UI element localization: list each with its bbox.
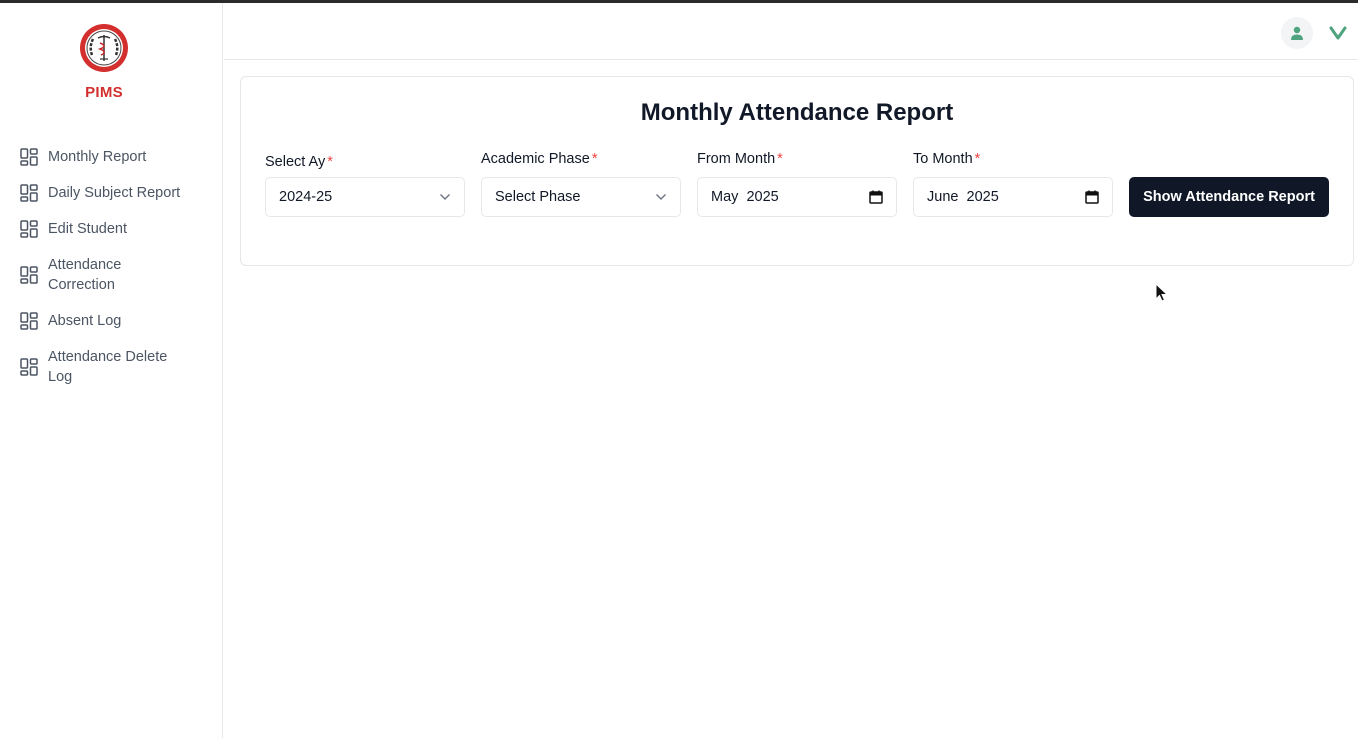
from-month-value: May 2025 bbox=[711, 189, 779, 205]
user-icon bbox=[1291, 26, 1303, 40]
sidebar-item-attendance-delete-log[interactable]: Attendance Delete Log bbox=[20, 347, 210, 387]
grid-icon bbox=[20, 220, 38, 238]
to-month-label-text: To Month bbox=[913, 151, 973, 167]
chevron-down-icon bbox=[1329, 26, 1347, 40]
sidebar-item-daily-subject-report[interactable]: Daily Subject Report bbox=[20, 183, 210, 203]
to-month-field: To Month * June 2025 bbox=[913, 151, 1113, 217]
top-header bbox=[224, 3, 1358, 60]
chevron-down-icon bbox=[440, 194, 450, 200]
logo-block[interactable]: PIMS bbox=[0, 23, 208, 101]
logo-icon bbox=[80, 24, 128, 72]
phase-label: Academic Phase * bbox=[481, 151, 681, 169]
from-month-label-text: From Month bbox=[697, 151, 776, 167]
mouse-pointer-icon bbox=[1155, 283, 1169, 302]
sidebar-item-attendance-correction[interactable]: Attendance Correction bbox=[20, 255, 210, 295]
required-mark: * bbox=[591, 151, 598, 167]
required-mark: * bbox=[974, 151, 981, 167]
grid-icon bbox=[20, 266, 38, 284]
sidebar-item-label: Edit Student bbox=[48, 221, 127, 237]
sidebar-item-absent-log[interactable]: Absent Log bbox=[20, 311, 210, 331]
to-month-value: June 2025 bbox=[927, 189, 999, 205]
sidebar-nav: Monthly Report Daily Subject Report Edit… bbox=[20, 147, 210, 403]
page-title: Monthly Attendance Report bbox=[640, 99, 954, 126]
ay-label: Select Ay * bbox=[265, 154, 465, 172]
avatar[interactable] bbox=[1281, 17, 1313, 49]
brand-name: PIMS bbox=[85, 84, 123, 101]
required-mark: * bbox=[327, 154, 333, 170]
sidebar-item-edit-student[interactable]: Edit Student bbox=[20, 219, 210, 239]
grid-icon bbox=[20, 358, 38, 376]
sidebar-item-label: Attendance Correction bbox=[48, 257, 122, 293]
grid-icon bbox=[20, 312, 38, 330]
to-month-label: To Month * bbox=[913, 151, 1113, 169]
calendar-icon[interactable] bbox=[1085, 190, 1099, 204]
account-menu-toggle[interactable] bbox=[1328, 23, 1348, 43]
required-mark: * bbox=[777, 151, 783, 167]
from-month-label: From Month * bbox=[697, 151, 897, 169]
ay-select-value: 2024-25 bbox=[279, 189, 333, 205]
sidebar-item-label: Absent Log bbox=[48, 313, 122, 329]
phase-label-text: Academic Phase bbox=[481, 151, 590, 167]
ay-field: Select Ay * 2024-25 bbox=[265, 154, 465, 217]
phase-field: Academic Phase * Select Phase bbox=[481, 151, 681, 217]
sidebar-item-label: Daily Subject Report bbox=[48, 185, 181, 201]
sidebar-item-monthly-report[interactable]: Monthly Report bbox=[20, 147, 210, 167]
phase-select[interactable]: Select Phase bbox=[481, 177, 681, 217]
sidebar-item-label: Monthly Report bbox=[48, 149, 147, 165]
phase-select-value: Select Phase bbox=[495, 189, 581, 205]
grid-icon bbox=[20, 148, 38, 166]
from-month-field: From Month * May 2025 bbox=[697, 151, 897, 217]
show-attendance-report-button[interactable]: Show Attendance Report bbox=[1129, 177, 1329, 217]
calendar-icon[interactable] bbox=[869, 190, 883, 204]
grid-icon bbox=[20, 184, 38, 202]
from-month-input[interactable]: May 2025 bbox=[697, 177, 897, 217]
chevron-down-icon bbox=[656, 194, 666, 200]
sidebar: PIMS Monthly Report Daily Subject Report… bbox=[0, 3, 223, 738]
sidebar-item-label: Attendance Delete Log bbox=[48, 349, 168, 385]
to-month-input[interactable]: June 2025 bbox=[913, 177, 1113, 217]
ay-label-text: Select Ay bbox=[265, 154, 326, 170]
ay-select[interactable]: 2024-25 bbox=[265, 177, 465, 217]
report-card: Monthly Attendance Report Select Ay * 202… bbox=[240, 76, 1354, 266]
